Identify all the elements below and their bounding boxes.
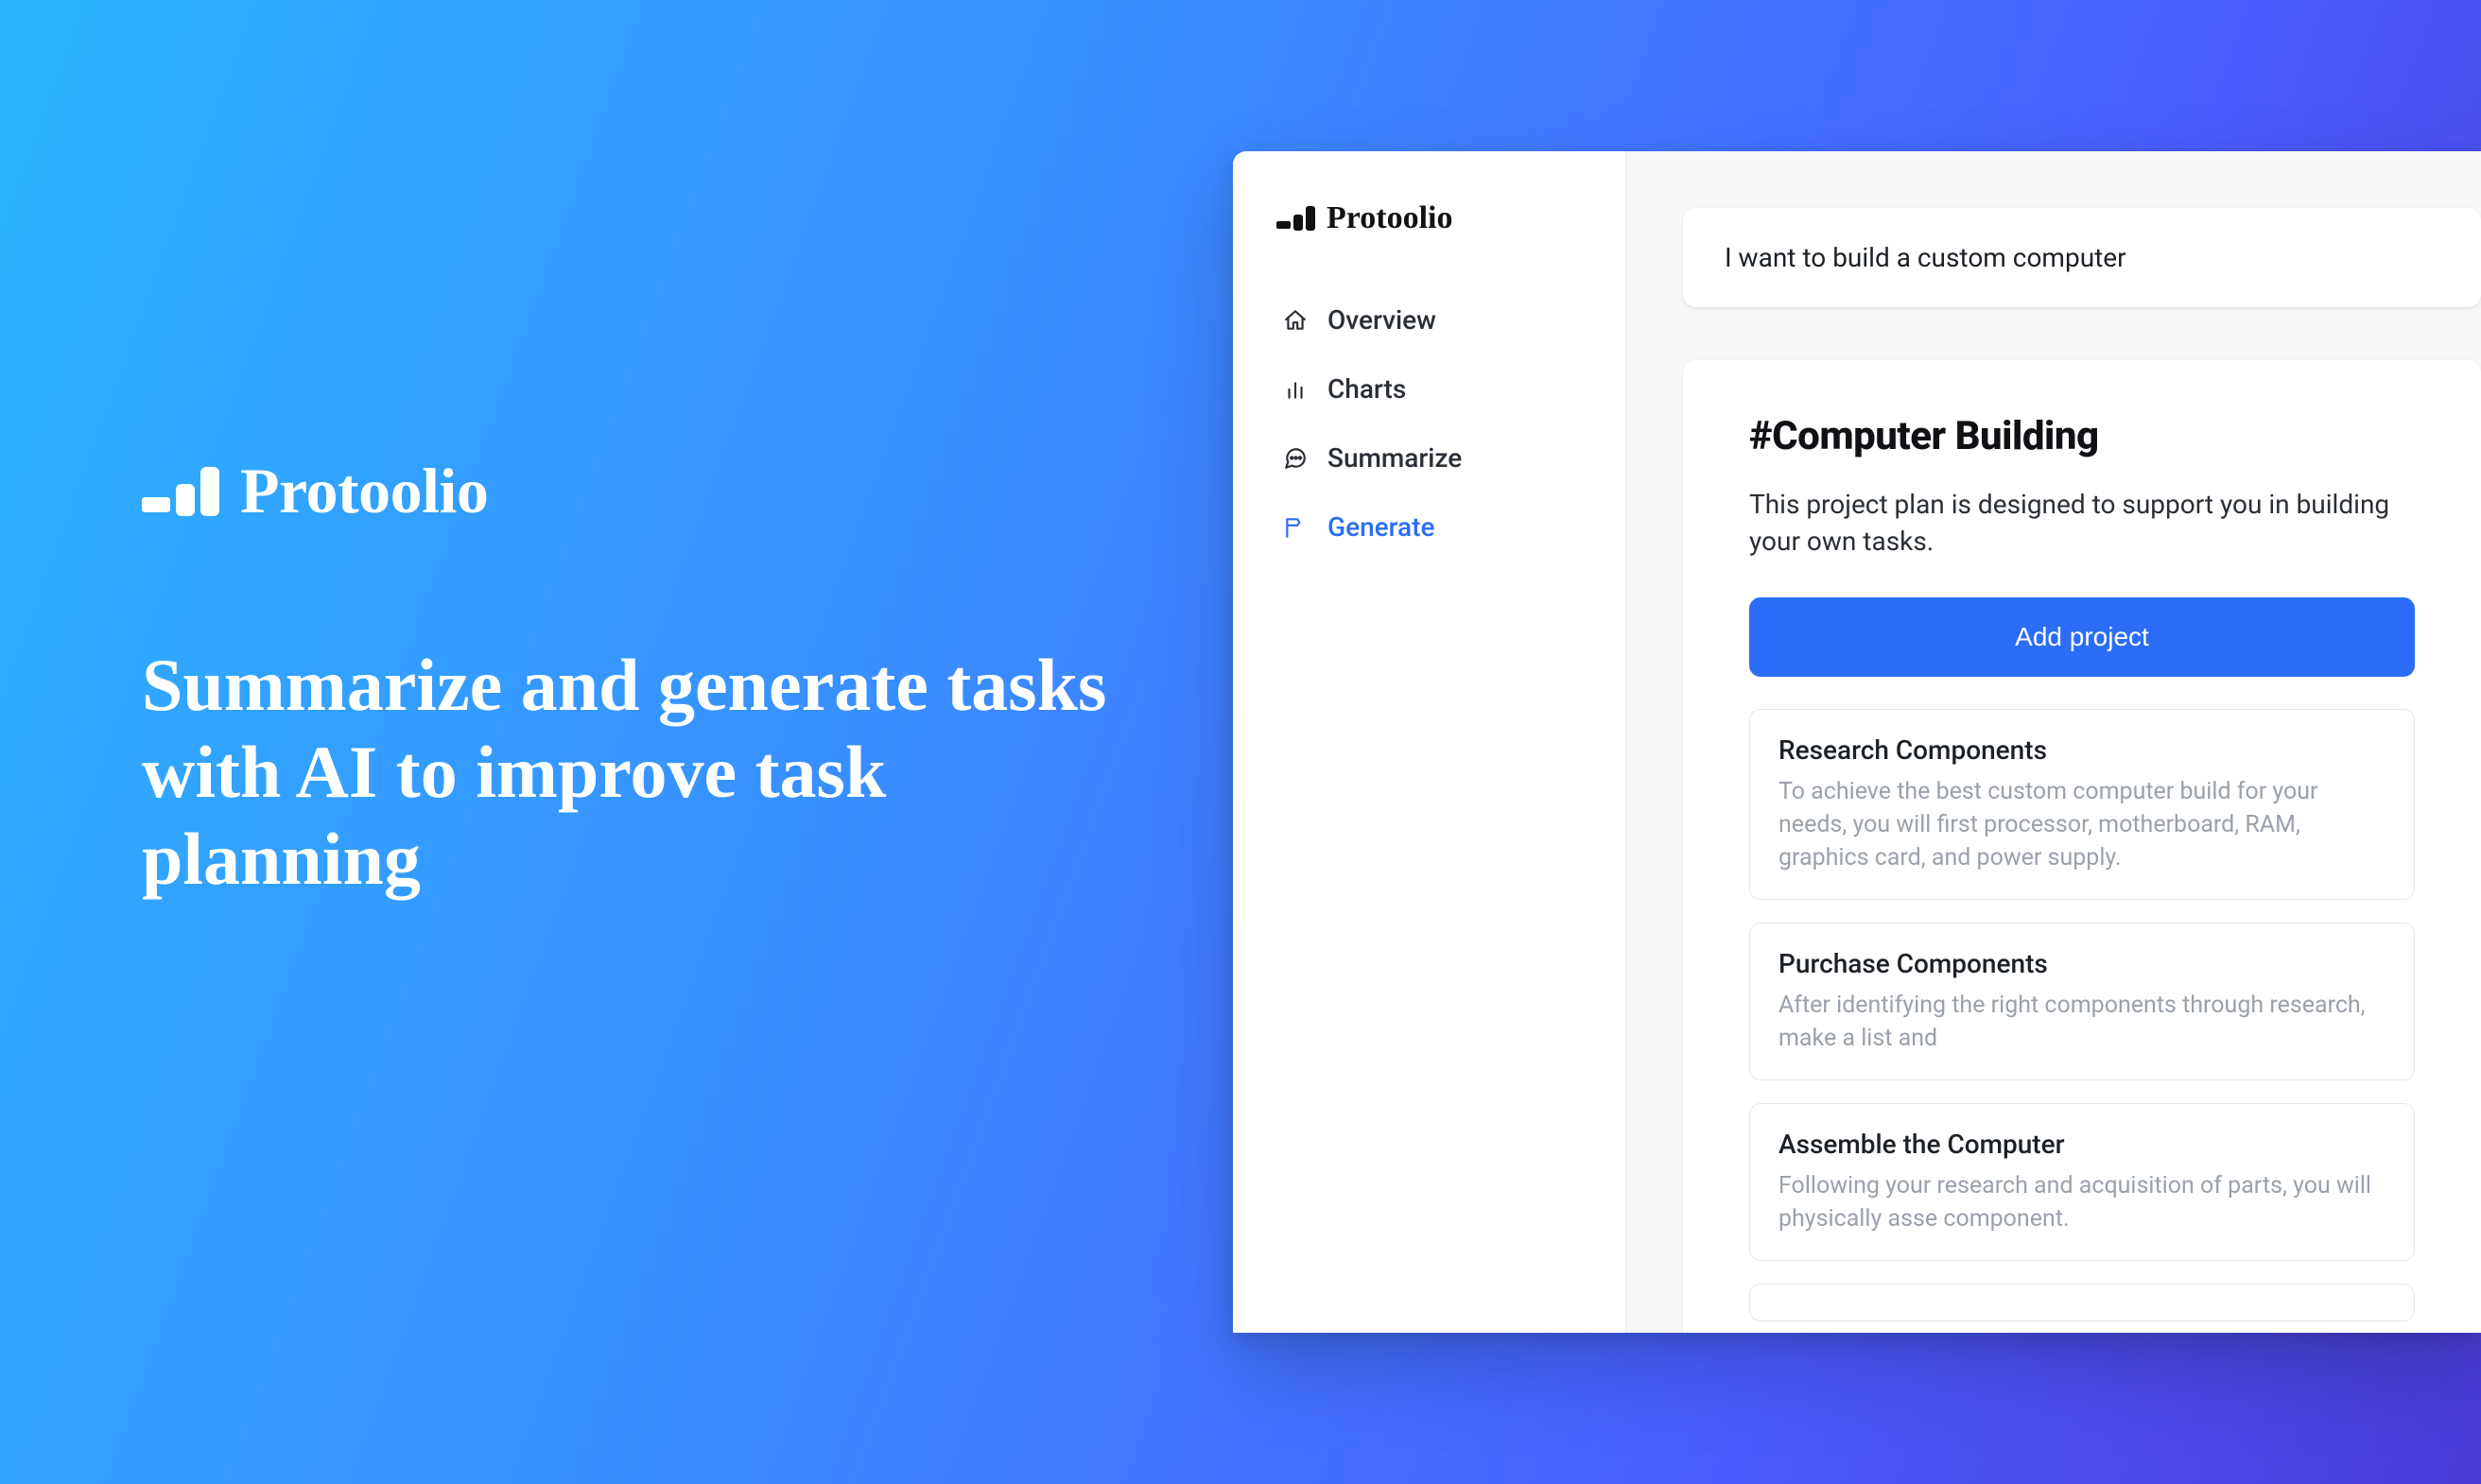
app-window: Protoolio Overview Charts Summarize Generat… (1233, 151, 2481, 1333)
hero-headline: Summarize and generate tasks with AI to … (142, 642, 1182, 903)
task-description: To achieve the best custom computer buil… (1778, 775, 2386, 874)
task-description: Following your research and acquisition … (1778, 1169, 2386, 1235)
sidebar-item-label: Overview (1327, 304, 1436, 336)
task-title: Purchase Components (1778, 948, 2386, 979)
main-content: I want to build a custom computer #Compu… (1626, 151, 2481, 1333)
flag-icon (1282, 514, 1309, 541)
task-title: Assemble the Computer (1778, 1129, 2386, 1160)
home-icon (1282, 307, 1309, 334)
protoolio-logo-icon (1276, 206, 1315, 231)
sidebar-item-summarize[interactable]: Summarize (1276, 427, 1582, 489)
sidebar-item-generate[interactable]: Generate (1276, 496, 1582, 558)
app-brand: Protoolio (1327, 200, 1452, 236)
sidebar-item-label: Charts (1327, 373, 1406, 405)
task-item[interactable]: Research Components To achieve the best c… (1749, 709, 2415, 900)
task-item[interactable]: Assemble the Computer Following your rese… (1749, 1103, 2415, 1261)
hero-brand: Protoolio (240, 454, 488, 528)
hero-logo: Protoolio (142, 454, 1182, 528)
sidebar: Protoolio Overview Charts Summarize Generat… (1233, 151, 1626, 1333)
sidebar-item-label: Summarize (1327, 442, 1462, 474)
hero: Protoolio Summarize and generate tasks w… (142, 454, 1182, 903)
task-list: Research Components To achieve the best c… (1749, 709, 2415, 1261)
result-title: #Computer Building (1749, 413, 2415, 459)
result-card: #Computer Building This project plan is … (1683, 360, 2481, 1333)
app-logo[interactable]: Protoolio (1276, 200, 1582, 236)
protoolio-logo-icon (142, 467, 219, 516)
chart-icon (1282, 376, 1309, 403)
sidebar-nav: Overview Charts Summarize Generate (1276, 289, 1582, 558)
task-item[interactable]: Purchase Components After identifying the… (1749, 923, 2415, 1080)
prompt-input[interactable]: I want to build a custom computer (1683, 208, 2481, 307)
chat-icon (1282, 445, 1309, 472)
sidebar-item-charts[interactable]: Charts (1276, 358, 1582, 420)
prompt-text: I want to build a custom computer (1725, 242, 2439, 273)
task-title: Research Components (1778, 734, 2386, 766)
result-description: This project plan is designed to support… (1749, 486, 2415, 560)
task-item[interactable] (1749, 1284, 2415, 1321)
sidebar-item-overview[interactable]: Overview (1276, 289, 1582, 351)
add-project-button[interactable]: Add project (1749, 597, 2415, 677)
task-description: After identifying the right components t… (1778, 989, 2386, 1055)
sidebar-item-label: Generate (1327, 511, 1434, 543)
